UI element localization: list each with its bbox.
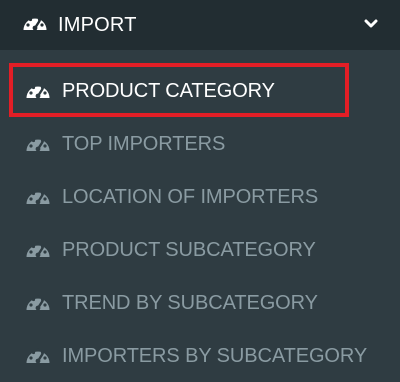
dashboard-icon — [25, 80, 51, 102]
submenu-item-label: TOP IMPORTERS — [62, 132, 226, 155]
dashboard-icon — [25, 292, 51, 314]
chevron-down-icon[interactable] — [364, 16, 378, 34]
submenu-item-label: LOCATION OF IMPORTERS — [62, 185, 319, 208]
menu-header-import[interactable]: IMPORT — [0, 0, 400, 50]
dashboard-icon — [22, 12, 48, 39]
submenu-item-product-category[interactable]: PRODUCT CATEGORY — [0, 65, 400, 117]
submenu-item-label: PRODUCT CATEGORY — [62, 79, 275, 102]
dashboard-icon — [25, 133, 51, 155]
submenu-item-trend-by-subcategory[interactable]: TREND BY SUBCATEGORY — [0, 277, 400, 329]
dashboard-icon — [25, 345, 51, 367]
submenu-item-label: TREND BY SUBCATEGORY — [62, 291, 318, 314]
menu-header-label: IMPORT — [58, 13, 137, 36]
submenu-item-label: IMPORTERS BY SUBCATEGORY — [62, 344, 368, 367]
submenu-item-location-of-importers[interactable]: LOCATION OF IMPORTERS — [0, 171, 400, 223]
sidebar-menu: IMPORT PRODUCT CATEGORY TOP IMPORTERS LO… — [0, 0, 400, 380]
dashboard-icon — [25, 239, 51, 261]
submenu-item-top-importers[interactable]: TOP IMPORTERS — [0, 118, 400, 170]
submenu-item-product-subcategory[interactable]: PRODUCT SUBCATEGORY — [0, 224, 400, 276]
submenu-item-importers-by-subcategory[interactable]: IMPORTERS BY SUBCATEGORY — [0, 330, 400, 382]
dashboard-icon — [25, 186, 51, 208]
submenu-item-label: PRODUCT SUBCATEGORY — [62, 238, 316, 261]
